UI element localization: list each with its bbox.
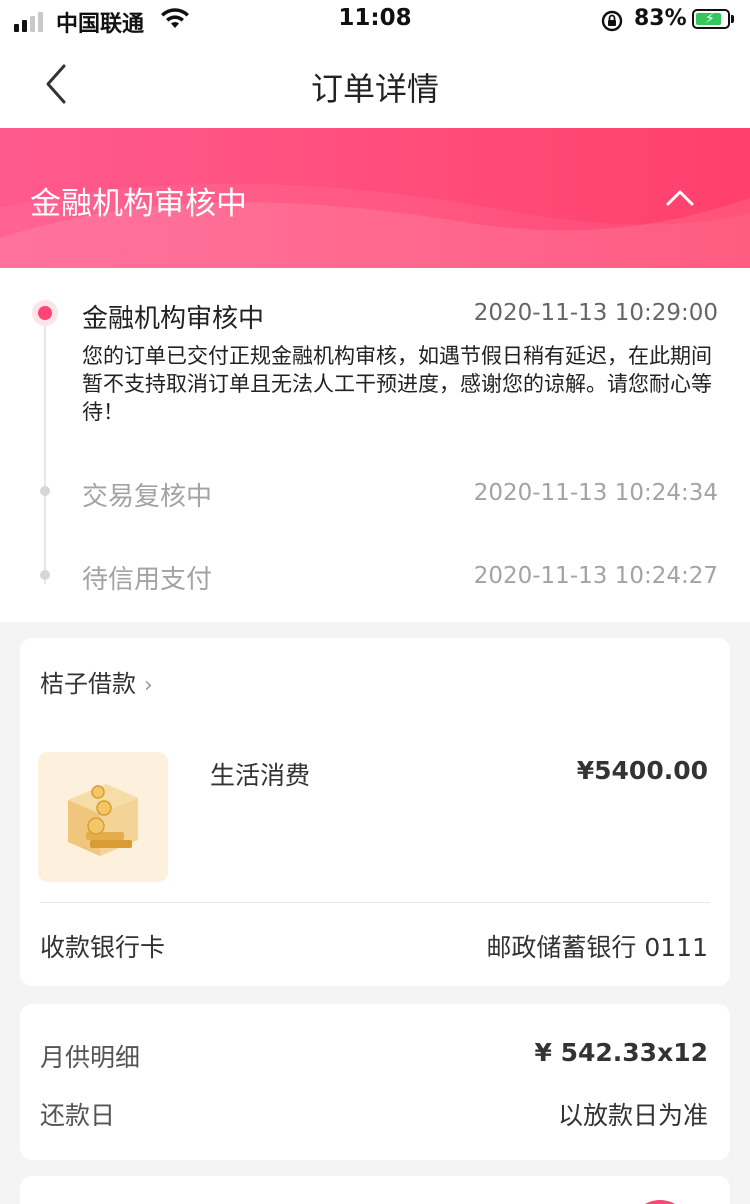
- red-badge-shape: [630, 1200, 690, 1204]
- timeline-step-description: 您的订单已交付正规金融机构审核，如遇节假日稍有延迟，在此期间暂不支持取消订单且无…: [82, 344, 712, 424]
- timeline-dot-active: [32, 300, 58, 326]
- bank-card-value: 邮政储蓄银行 0111: [486, 933, 708, 962]
- order-timeline: 金融机构审核中 2020-11-13 10:29:00 您的订单已交付正规金融机…: [0, 268, 750, 622]
- timeline-line: [44, 314, 46, 584]
- coin-box-icon: [68, 784, 138, 856]
- chevron-up-icon: [666, 190, 694, 206]
- nav-bar: 订单详情: [0, 40, 750, 128]
- page-title: 订单详情: [310, 70, 439, 108]
- next-card: [20, 1176, 730, 1204]
- collapse-timeline-button[interactable]: [660, 182, 700, 212]
- timeline-step-time: 2020-11-13 10:29:00: [473, 300, 718, 326]
- repayment-card: 月供明细 ¥ 542.33x12 还款日 以放款日为准: [20, 1004, 730, 1160]
- battery-cap: [731, 15, 734, 23]
- timeline-step-title: 金融机构审核中: [82, 304, 265, 334]
- battery-percent: 83%: [634, 6, 687, 31]
- repayment-date-value: 以放款日为准: [557, 1101, 708, 1130]
- repayment-date-label: 还款日: [40, 1101, 116, 1130]
- monthly-payment-label: 月供明细: [40, 1043, 141, 1072]
- timeline-dot: [40, 570, 50, 580]
- timeline-step-title: 待信用支付: [82, 565, 213, 595]
- timeline-dot: [40, 486, 50, 496]
- bank-card-label: 收款银行卡: [40, 933, 166, 962]
- merchant-link[interactable]: 桔子借款 ›: [40, 664, 153, 699]
- status-bar: 中国联通 11:08 83% ⚡: [0, 0, 750, 40]
- rotation-lock-icon: [601, 10, 623, 32]
- merchant-name: 桔子借款: [40, 670, 136, 698]
- timeline-step-time: 2020-11-13 10:24:27: [473, 563, 718, 589]
- timeline-step-time: 2020-11-13 10:24:34: [473, 480, 718, 506]
- divider: [40, 902, 710, 903]
- loan-amount: ¥5400.00: [576, 756, 708, 785]
- monthly-payment-value: ¥ 542.33x12: [534, 1038, 709, 1067]
- product-image: [38, 752, 168, 882]
- loan-purpose: 生活消费: [210, 761, 311, 790]
- battery-icon: ⚡: [692, 9, 730, 29]
- order-card: 桔子借款 › 生活消费 ¥5400.00 收款银行卡 邮政储蓄银行 0111: [20, 638, 730, 986]
- chevron-right-icon: ›: [144, 673, 153, 698]
- order-status-title: 金融机构审核中: [30, 186, 247, 222]
- timeline-step-title: 交易复核中: [82, 482, 213, 512]
- status-banner: 金融机构审核中: [0, 128, 750, 268]
